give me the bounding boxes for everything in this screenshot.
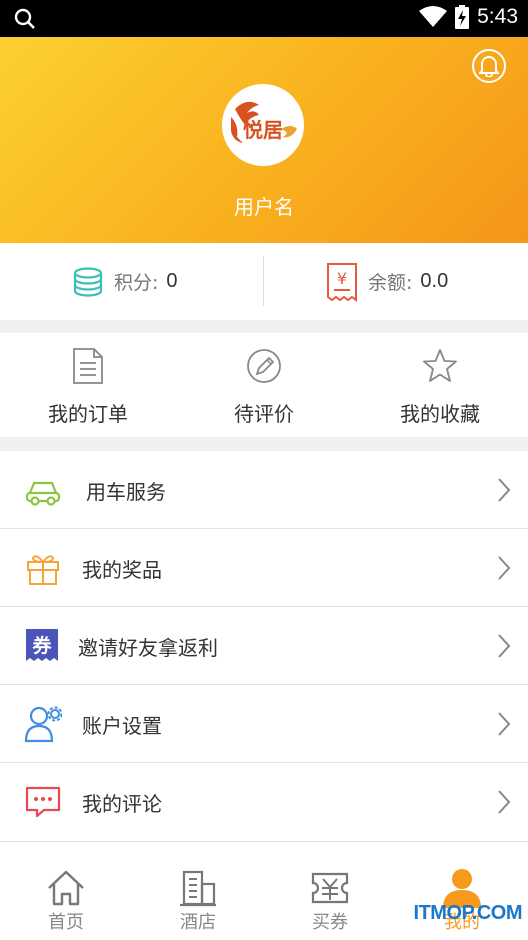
building-icon bbox=[180, 870, 216, 907]
receipt-icon: ¥ bbox=[327, 262, 357, 302]
menu-item-my-prizes[interactable]: 我的奖品 bbox=[0, 529, 528, 607]
tab-label-buy-coupon: 买券 bbox=[312, 912, 348, 933]
points-label: 积分: bbox=[114, 272, 159, 294]
chevron-right-icon bbox=[498, 712, 511, 736]
svg-text:¥: ¥ bbox=[337, 269, 347, 288]
points-stat[interactable]: 积分: 0 bbox=[72, 243, 178, 320]
svg-text:券: 券 bbox=[31, 634, 52, 657]
tab-label-hotel: 酒店 bbox=[180, 912, 216, 933]
home-icon bbox=[48, 870, 84, 906]
menu-label-my-comments: 我的评论 bbox=[82, 792, 162, 816]
my-orders-label: 我的订单 bbox=[48, 402, 128, 426]
user-settings-icon bbox=[24, 706, 62, 743]
balance-value: 0.0 bbox=[420, 270, 449, 292]
points-value: 0 bbox=[166, 270, 178, 292]
my-orders-button[interactable]: 我的订单 bbox=[0, 333, 176, 437]
status-time: 5:43 bbox=[477, 5, 518, 28]
tab-hotel[interactable]: 酒店 bbox=[132, 842, 264, 940]
balance-label: 余额: bbox=[368, 272, 413, 294]
menu-item-invite-friends[interactable]: 券 邀请好友拿返利 bbox=[0, 607, 528, 685]
pencil-circle-icon bbox=[247, 349, 281, 383]
star-icon bbox=[423, 349, 457, 382]
document-icon bbox=[73, 348, 103, 384]
menu-label-my-prizes: 我的奖品 bbox=[82, 558, 162, 582]
menu-label-invite-friends: 邀请好友拿返利 bbox=[78, 636, 218, 660]
wifi-icon bbox=[419, 6, 448, 27]
pending-review-button[interactable]: 待评价 bbox=[176, 333, 352, 437]
tab-label-home: 首页 bbox=[48, 912, 84, 933]
my-favorites-label: 我的收藏 bbox=[400, 402, 480, 426]
avatar[interactable]: 悦居 bbox=[222, 84, 304, 166]
menu-item-car-service[interactable]: 用车服务 bbox=[0, 451, 528, 529]
car-icon bbox=[25, 481, 61, 506]
bottom-tab-bar: 首页 酒店 买券 我的 bbox=[0, 841, 528, 940]
brand-logo-icon: 悦居 bbox=[231, 101, 297, 143]
account-stats: 积分: 0 ¥ 余额: 0.0 bbox=[0, 243, 528, 320]
settings-menu: 用车服务 我的奖品 券 邀请好友拿返利 账户设置 我的评论 bbox=[0, 451, 528, 841]
svg-text:悦居: 悦居 bbox=[243, 118, 283, 142]
menu-item-my-comments[interactable]: 我的评论 bbox=[0, 763, 528, 841]
menu-item-account-settings[interactable]: 账户设置 bbox=[0, 685, 528, 763]
tab-buy-coupon[interactable]: 买券 bbox=[264, 842, 396, 940]
pending-review-label: 待评价 bbox=[234, 402, 294, 426]
my-favorites-button[interactable]: 我的收藏 bbox=[352, 333, 528, 437]
tab-home[interactable]: 首页 bbox=[0, 842, 132, 940]
stats-divider bbox=[263, 256, 264, 306]
notification-bell-icon[interactable] bbox=[472, 49, 506, 83]
chevron-right-icon bbox=[498, 478, 511, 502]
watermark: ITMOP.COM bbox=[413, 902, 523, 924]
menu-label-account-settings: 账户设置 bbox=[82, 714, 162, 738]
search-icon[interactable] bbox=[14, 8, 36, 30]
coupon-icon: 券 bbox=[26, 629, 58, 661]
username[interactable]: 用户名 bbox=[0, 191, 528, 220]
battery-icon bbox=[455, 5, 470, 29]
balance-stat[interactable]: ¥ 余额: 0.0 bbox=[326, 243, 448, 320]
profile-header: 悦居 用户名 bbox=[0, 37, 528, 243]
gift-icon bbox=[27, 555, 59, 585]
order-shortcuts: 我的订单 待评价 我的收藏 bbox=[0, 333, 528, 437]
chevron-right-icon bbox=[498, 790, 511, 814]
tab-mine[interactable]: 我的 bbox=[396, 842, 528, 940]
chevron-right-icon bbox=[498, 634, 511, 658]
menu-label-car-service: 用车服务 bbox=[86, 480, 166, 504]
comment-icon bbox=[25, 786, 61, 818]
coins-icon bbox=[73, 266, 103, 297]
status-bar: 5:43 bbox=[0, 0, 528, 37]
chevron-right-icon bbox=[498, 556, 511, 580]
ticket-icon bbox=[311, 872, 349, 904]
